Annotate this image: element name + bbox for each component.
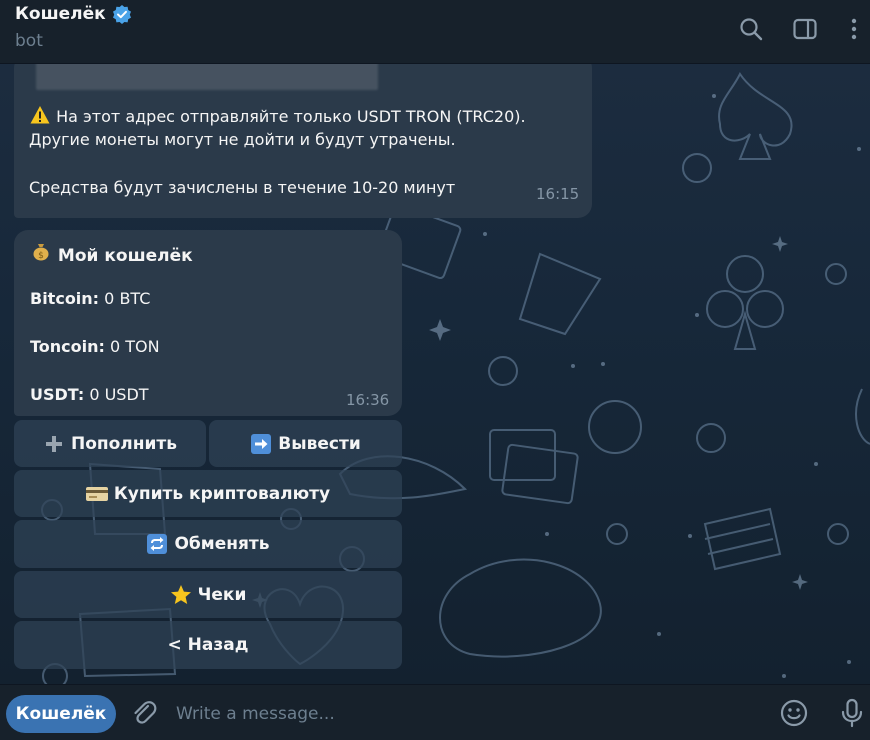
chat-area[interactable]: На этот адрес отправляйте только USDT TR… (0, 64, 870, 684)
wallet-title: $ Мой кошелёк (30, 240, 193, 266)
balance-usdt: USDT: 0 USDT (30, 385, 149, 404)
star-icon (170, 584, 192, 606)
chat-title[interactable]: Кошелёк (15, 4, 132, 24)
message-warning-line: На этот адрес отправляйте только USDT TR… (29, 104, 526, 128)
buy-crypto-button[interactable]: Купить криптовалюту (14, 470, 402, 517)
message-line: Другие монеты могут не дойти и будут утр… (29, 130, 456, 149)
exchange-button[interactable]: Обменять (14, 520, 402, 568)
svg-text:$: $ (38, 251, 44, 261)
microphone-icon[interactable] (836, 697, 868, 729)
balance-bitcoin: Bitcoin: 0 BTC (30, 289, 151, 308)
message-time: 16:36 (346, 391, 390, 409)
repeat-arrows-icon (146, 533, 168, 555)
chat-header: Кошелёк bot (0, 0, 870, 64)
credit-card-icon (85, 483, 108, 505)
redacted-address (36, 64, 378, 90)
sidebar-toggle-icon[interactable] (791, 15, 819, 43)
topup-button[interactable]: Пополнить (14, 420, 206, 467)
balance-toncoin: Toncoin: 0 TON (30, 337, 160, 356)
arrow-right-icon (250, 433, 272, 455)
verified-badge-icon (112, 5, 131, 24)
more-vertical-icon[interactable] (840, 15, 868, 43)
plus-icon (43, 433, 65, 455)
paperclip-icon[interactable] (128, 697, 160, 729)
withdraw-button[interactable]: Вывести (209, 420, 402, 467)
money-bag-icon: $ (30, 240, 52, 262)
warning-icon (29, 104, 51, 126)
message-composer: Кошелёк (0, 684, 870, 740)
checks-button[interactable]: Чеки (14, 571, 402, 618)
message-line: Средства будут зачислены в течение 10-20… (29, 178, 456, 197)
message-input[interactable] (176, 699, 756, 729)
smile-icon[interactable] (778, 697, 810, 729)
search-icon[interactable] (737, 15, 765, 43)
message-time: 16:15 (536, 185, 580, 203)
bot-menu-button[interactable]: Кошелёк (6, 695, 116, 733)
back-button[interactable]: < Назад (14, 621, 402, 669)
chat-title-text: Кошелёк (15, 4, 106, 24)
chat-subtitle: bot (15, 31, 43, 51)
message-bubble-deposit-info: На этот адрес отправляйте только USDT TR… (14, 64, 592, 218)
